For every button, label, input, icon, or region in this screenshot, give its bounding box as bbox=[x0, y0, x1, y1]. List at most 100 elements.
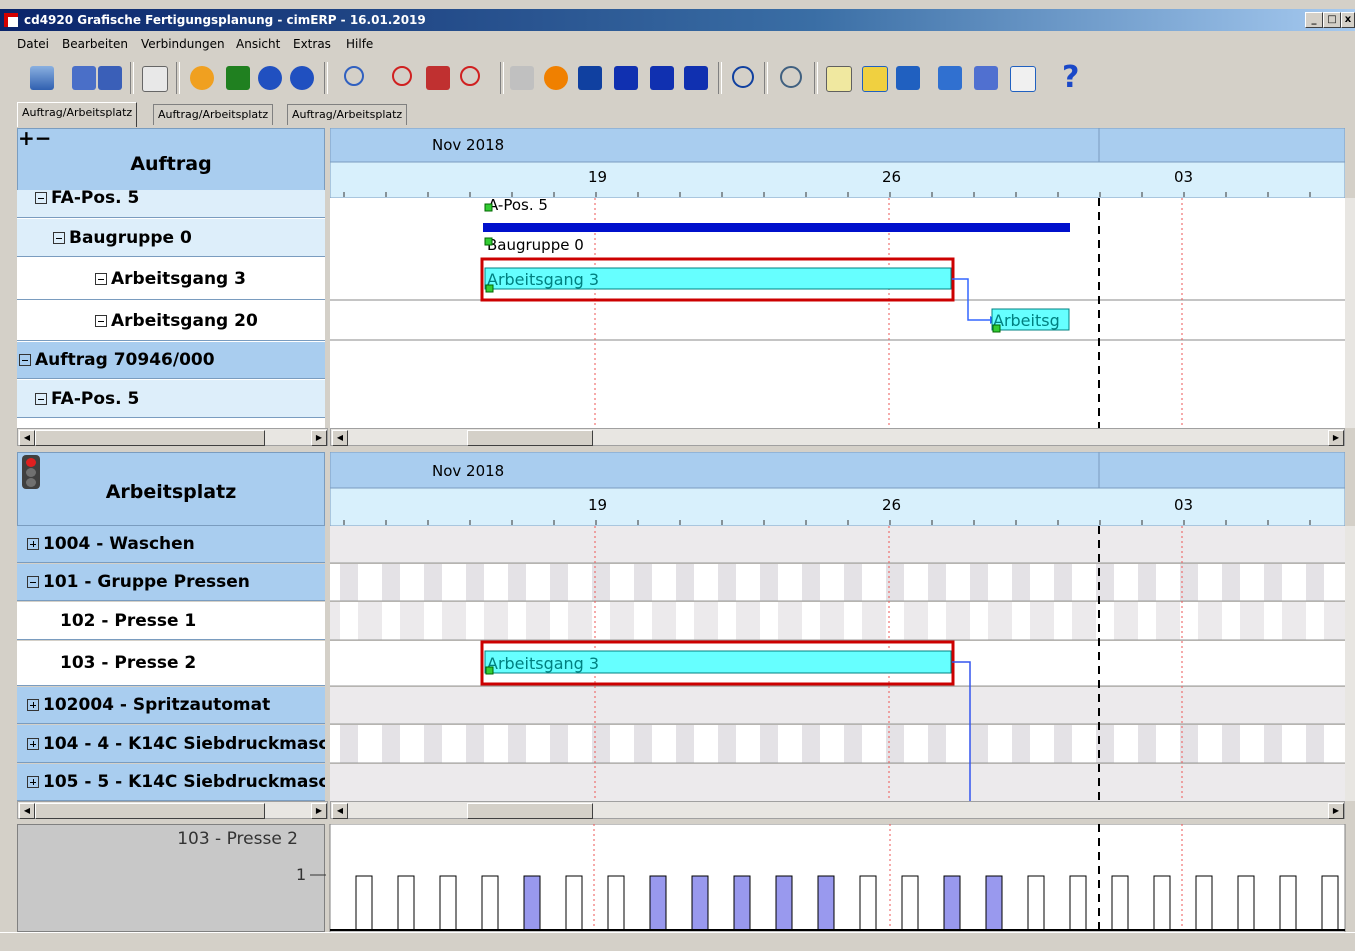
goto-first-icon[interactable] bbox=[684, 66, 708, 90]
tree-row-fa-pos[interactable]: FA-Pos. 5 bbox=[17, 380, 325, 418]
zoom-out-icon[interactable] bbox=[392, 66, 412, 86]
calendar-stripe bbox=[844, 564, 862, 601]
scroll-thumb[interactable] bbox=[467, 803, 593, 819]
scroll-left-icon[interactable]: ◀ bbox=[19, 803, 35, 819]
calendar-stripe bbox=[634, 564, 652, 601]
maximize-button[interactable]: □ bbox=[1323, 12, 1341, 28]
bar-label-arbeitsgang-20: Arbeitsg bbox=[993, 311, 1060, 330]
calendar-stripe bbox=[928, 602, 946, 640]
list-icon[interactable] bbox=[226, 66, 250, 90]
refresh-icon[interactable] bbox=[142, 66, 168, 92]
redo-icon[interactable] bbox=[290, 66, 314, 90]
calendar-stripe bbox=[424, 602, 442, 640]
vertical-scrollbar-top[interactable] bbox=[1345, 198, 1355, 428]
help-icon[interactable]: ? bbox=[1062, 60, 1079, 95]
vertical-scrollbar-bottom[interactable] bbox=[1345, 526, 1355, 801]
table-export-icon[interactable] bbox=[896, 66, 920, 90]
menu-hilfe[interactable]: Hilfe bbox=[346, 37, 373, 51]
table-icon[interactable] bbox=[862, 66, 888, 92]
calendar-stripe bbox=[676, 725, 694, 763]
zoom-in-icon[interactable] bbox=[460, 66, 480, 86]
tree-row-arbeitsgang-20[interactable]: Arbeitsgang 20 bbox=[17, 301, 325, 341]
undo-icon[interactable] bbox=[258, 66, 282, 90]
goto-prev-icon[interactable] bbox=[650, 66, 674, 90]
tree-row-spritzautomat[interactable]: 102004 - Spritzautomat bbox=[17, 687, 325, 724]
tab-auftrag-arbeitsplatz-3[interactable]: Auftrag/Arbeitsplatz bbox=[287, 104, 408, 125]
tree-row-auftrag[interactable]: Auftrag 70946/000 bbox=[17, 342, 325, 379]
menu-extras[interactable]: Extras bbox=[293, 37, 331, 51]
exit-icon[interactable] bbox=[30, 66, 54, 90]
tree-hscrollbar-top[interactable]: ◀ ▶ bbox=[17, 428, 328, 446]
scroll-right-icon[interactable]: ▶ bbox=[311, 430, 327, 446]
scroll-left-icon[interactable]: ◀ bbox=[332, 803, 348, 819]
scroll-thumb[interactable] bbox=[467, 430, 593, 446]
transfer-icon[interactable] bbox=[190, 66, 214, 90]
calendar-stripe bbox=[1264, 602, 1282, 640]
tree-hscrollbar-bottom[interactable]: ◀ ▶ bbox=[17, 801, 328, 819]
calendar-stripe bbox=[760, 602, 778, 640]
tree-row-presse-2[interactable]: 103 - Presse 2 bbox=[17, 641, 325, 686]
anchor-icon[interactable] bbox=[578, 66, 602, 90]
tab-auftrag-arbeitsplatz-2[interactable]: Auftrag/Arbeitsplatz bbox=[153, 104, 274, 125]
tree-row-waschen[interactable]: 1004 - Waschen bbox=[17, 526, 325, 563]
load-bar bbox=[943, 875, 961, 931]
scroll-left-icon[interactable]: ◀ bbox=[332, 430, 348, 446]
bar-label-fa-pos: A-Pos. 5 bbox=[488, 196, 548, 214]
save-icon[interactable] bbox=[98, 66, 122, 90]
tab-auftrag-arbeitsplatz-1[interactable]: Auftrag/Arbeitsplatz bbox=[17, 102, 138, 127]
tree-row-arbeitsgang-3[interactable]: Arbeitsgang 3 bbox=[17, 258, 325, 300]
scroll-right-icon[interactable]: ▶ bbox=[1328, 803, 1344, 819]
day-label-19: 19 bbox=[588, 496, 607, 514]
scroll-right-icon[interactable]: ▶ bbox=[1328, 430, 1344, 446]
menu-ansicht[interactable]: Ansicht bbox=[236, 37, 280, 51]
calendar-stripe bbox=[760, 725, 778, 763]
scroll-left-icon[interactable]: ◀ bbox=[19, 430, 35, 446]
menu-datei[interactable]: Datei bbox=[17, 37, 49, 51]
calendar-stripe bbox=[1264, 564, 1282, 601]
stopwatch-icon[interactable] bbox=[732, 66, 754, 88]
scroll-right-icon[interactable]: ▶ bbox=[311, 803, 327, 819]
close-button[interactable]: x bbox=[1341, 12, 1355, 28]
tag-icon[interactable] bbox=[974, 66, 998, 90]
tree-row-presse-1[interactable]: 102 - Presse 1 bbox=[17, 602, 325, 640]
scroll-thumb[interactable] bbox=[35, 803, 265, 819]
windows-icon[interactable] bbox=[938, 66, 962, 90]
tree-row-baugruppe[interactable]: Baugruppe 0 bbox=[17, 219, 325, 257]
calendar-stripe bbox=[844, 725, 862, 763]
record-icon[interactable] bbox=[544, 66, 568, 90]
calendar-stripe bbox=[634, 602, 652, 640]
tree-row-siebdruck-4[interactable]: 104 - 4 - K14C Siebdruckmasc bbox=[17, 725, 325, 763]
arbeitsplatz-gantt: Nov 2018 19 26 03 Arbeitsgang 3 bbox=[330, 452, 1345, 801]
scroll-thumb[interactable] bbox=[35, 430, 265, 446]
day-label-03: 03 bbox=[1174, 496, 1193, 514]
search-icon[interactable] bbox=[344, 66, 364, 86]
bar-label-arbeitsgang-3: Arbeitsgang 3 bbox=[487, 270, 599, 289]
tree-row-siebdruck-5[interactable]: 105 - 5 - K14C Siebdruckmasc bbox=[17, 764, 325, 801]
save-as-icon[interactable] bbox=[72, 66, 96, 90]
calendar-stripe bbox=[802, 725, 820, 763]
load-chart: 1 bbox=[296, 824, 1346, 932]
load-bar bbox=[733, 875, 751, 931]
bar-baugruppe[interactable] bbox=[483, 223, 1070, 232]
menu-bearbeiten[interactable]: Bearbeiten bbox=[62, 37, 128, 51]
note-icon[interactable] bbox=[826, 66, 852, 92]
calendar-stripe bbox=[1096, 602, 1114, 640]
load-bar bbox=[1237, 875, 1255, 931]
gantt-hscrollbar-top[interactable]: ◀ ▶ bbox=[330, 428, 1345, 446]
car-icon[interactable] bbox=[426, 66, 450, 90]
tree-row-gruppe-pressen[interactable]: 101 - Gruppe Pressen bbox=[17, 564, 325, 601]
mail-icon[interactable] bbox=[780, 66, 802, 88]
wand-icon[interactable] bbox=[510, 66, 534, 90]
expand-collapse-icon[interactable]: +− bbox=[18, 128, 52, 148]
window-title: cd4920 Grafische Fertigungsplanung - cim… bbox=[24, 13, 426, 27]
goto-start-icon[interactable] bbox=[614, 66, 638, 90]
calculator-icon[interactable] bbox=[1010, 66, 1036, 92]
day-label-03: 03 bbox=[1174, 168, 1193, 186]
gantt-hscrollbar-bottom[interactable]: ◀ ▶ bbox=[330, 801, 1345, 819]
month-label: Nov 2018 bbox=[432, 462, 504, 480]
tree-row-fa-pos-partial[interactable]: FA-Pos. 5 bbox=[17, 190, 325, 218]
calendar-stripe bbox=[970, 602, 988, 640]
menu-verbindungen[interactable]: Verbindungen bbox=[141, 37, 225, 51]
arbeitsplatz-header-title: Arbeitsplatz bbox=[105, 481, 237, 503]
minimize-button[interactable]: _ bbox=[1305, 12, 1323, 28]
